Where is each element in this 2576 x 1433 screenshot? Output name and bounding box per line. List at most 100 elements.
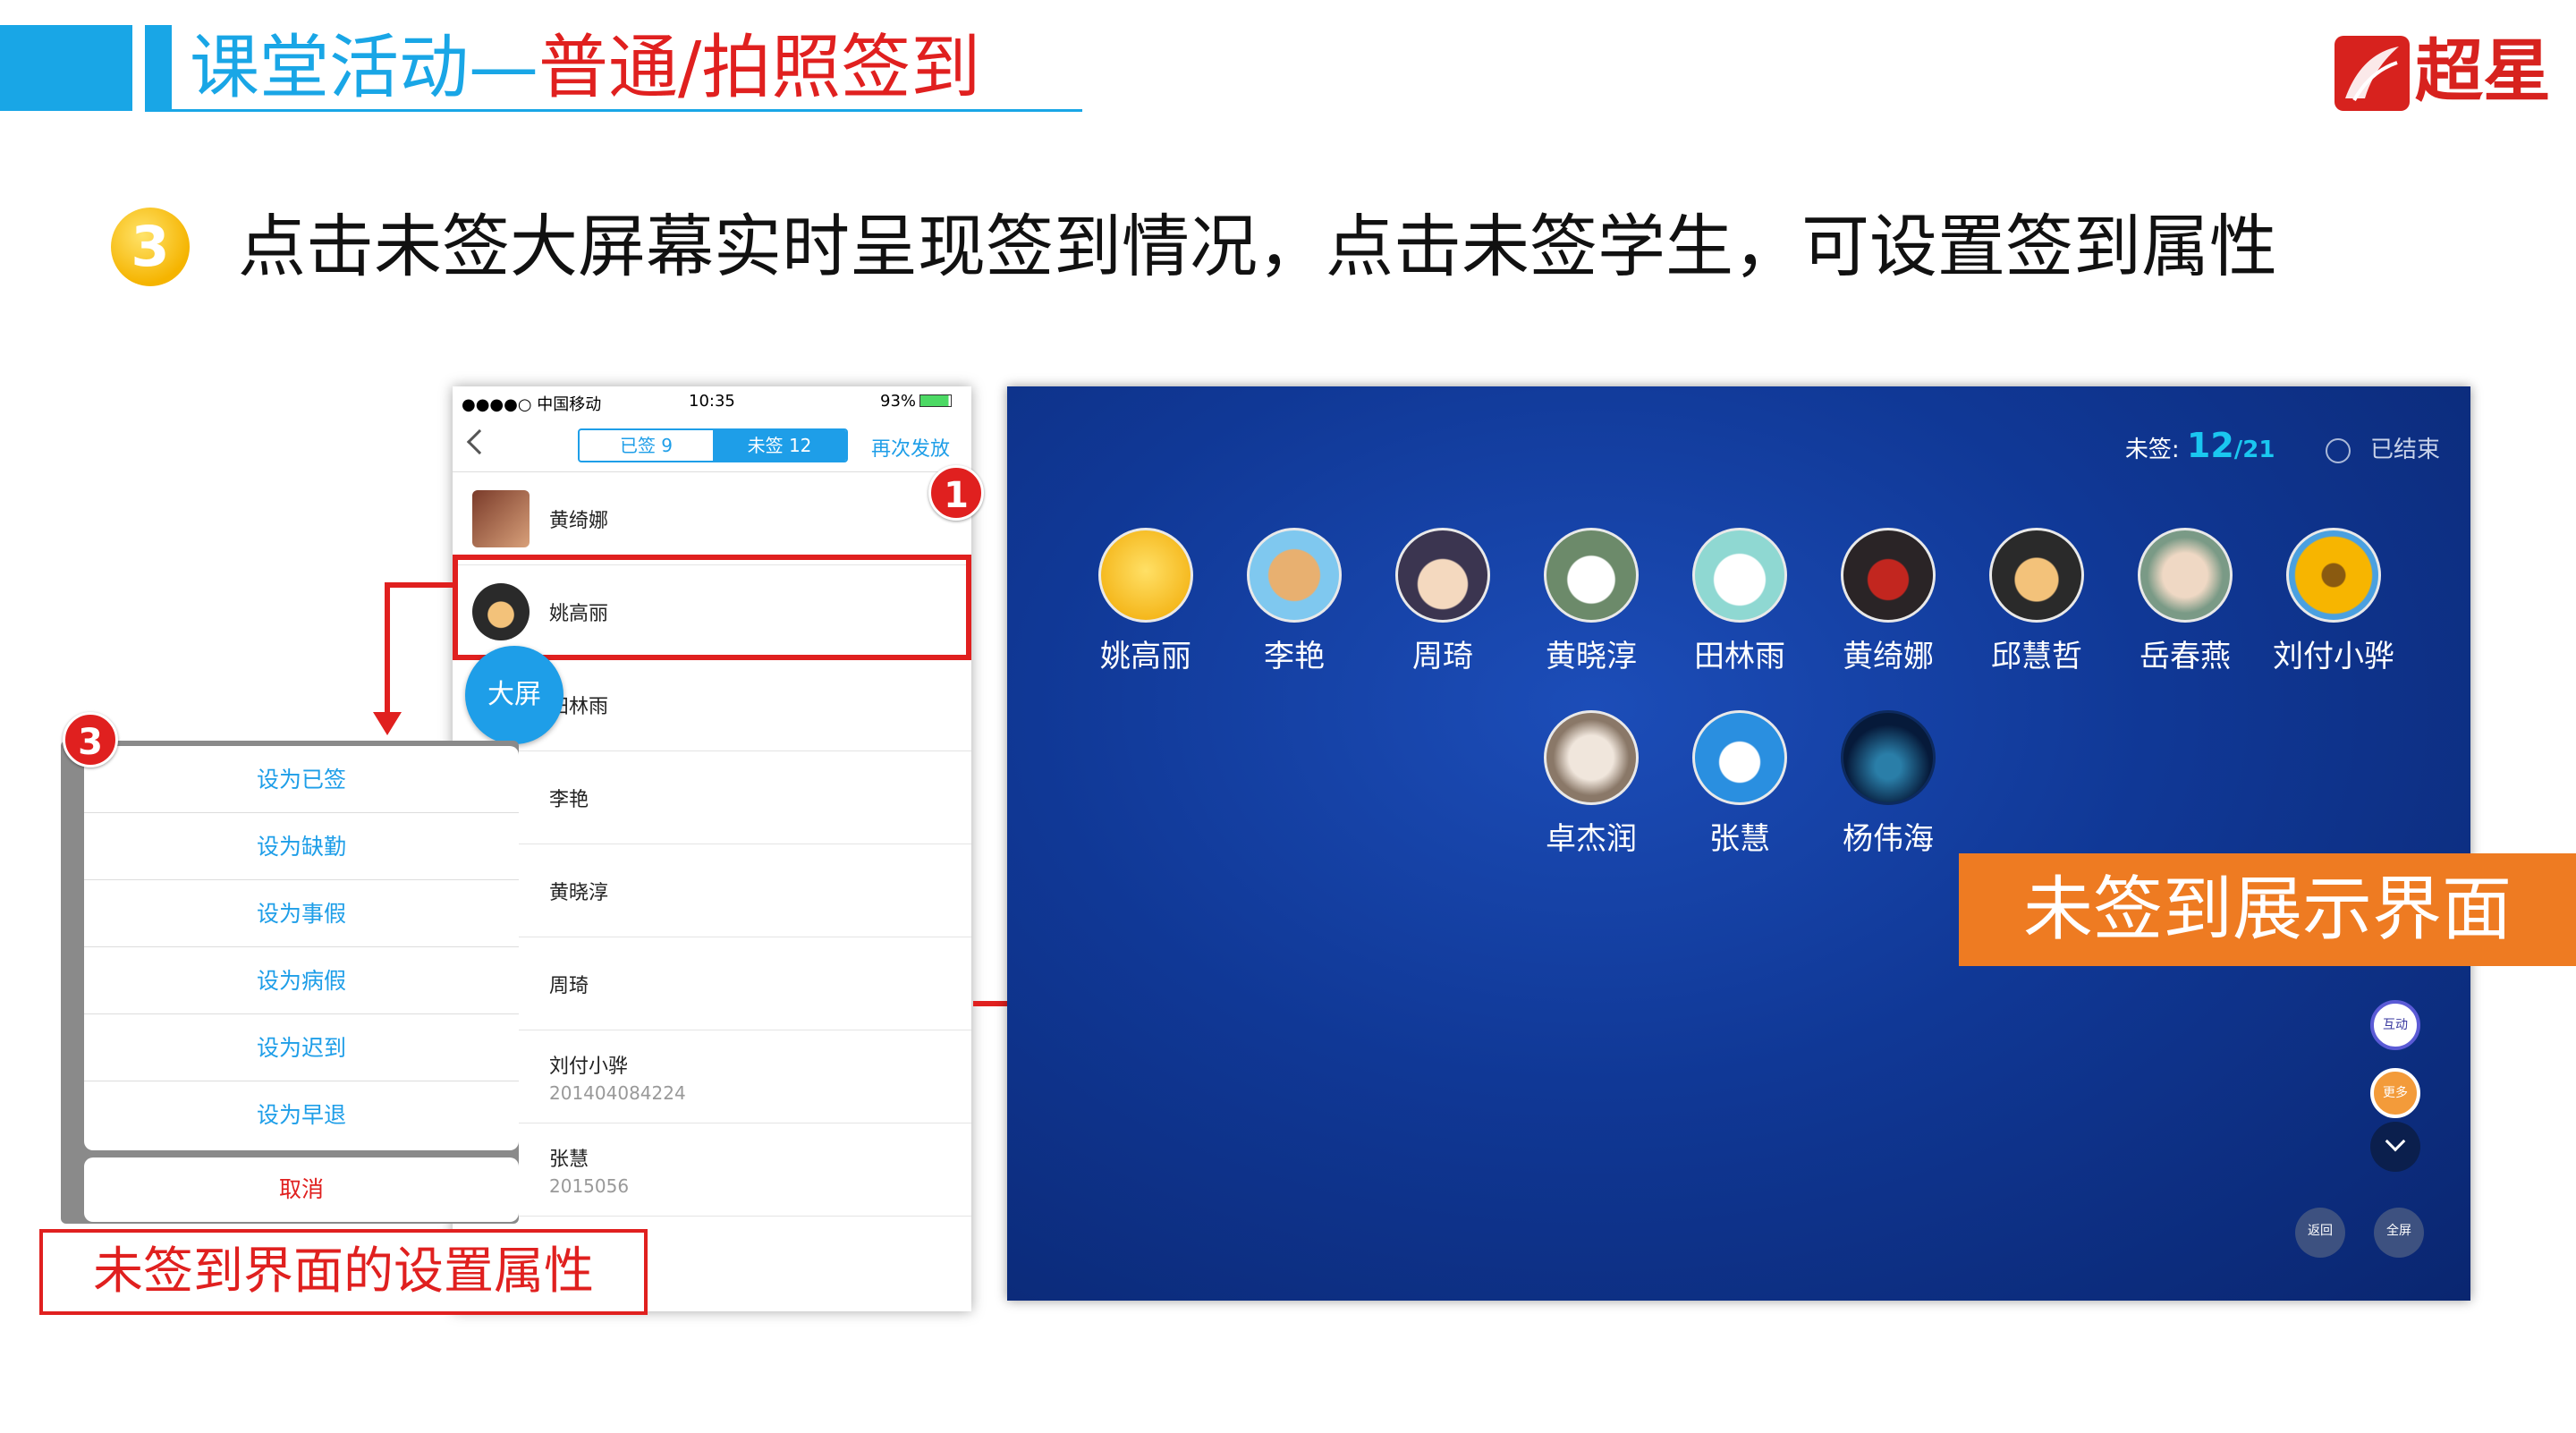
list-item[interactable]: 刘付小骅 201404084224 [453,1030,971,1124]
avatar [2138,528,2233,623]
list-item[interactable]: 黄晓淳 [453,844,971,937]
student-tile[interactable]: 杨伟海 [1826,710,1951,858]
title-part-2: 普通/拍照签到 [538,28,981,108]
step-badge-3: 3 [63,712,118,767]
collapse-chevron-icon[interactable] [2370,1122,2420,1172]
chaoxing-logo-icon [2334,36,2410,111]
big-screen-button[interactable]: 大屏 [465,646,564,744]
student-tile[interactable]: 黄绮娜 [1826,528,1951,675]
avatar [1544,528,1639,623]
avatar [1247,528,1342,623]
arrow-head-down-icon [373,712,402,735]
student-name: 周琦 [549,975,589,997]
student-tile[interactable]: 李艳 [1232,528,1357,675]
set-signed-option[interactable]: 设为已签 [84,746,519,813]
selected-row-highlight [453,555,971,660]
set-absent-option[interactable]: 设为缺勤 [84,813,519,880]
header-accent-bar [0,25,132,111]
status-bar: ●●●●○ 中国移动 10:35 93% [453,386,971,415]
student-tile[interactable]: 邱慧哲 [1974,528,2099,675]
student-tile[interactable]: 张慧 [1677,710,1802,858]
big-screen-display: 未签: 12/21 已结束 姚高丽 李艳 周琦 黄晓淳 田林雨 黄绮娜 邱慧哲 … [1007,386,2470,1301]
status-time: 10:35 [689,392,735,411]
set-personal-leave-option[interactable]: 设为事假 [84,880,519,947]
avatar [1841,710,1936,805]
avatar [1692,528,1787,623]
avatar [2286,528,2381,623]
page-title: 课堂活动—普通/拍照签到 [190,25,980,111]
cancel-button[interactable]: 取消 [84,1157,519,1222]
avatar [1989,528,2084,623]
avatar [1395,528,1490,623]
back-chevron-icon[interactable] [466,428,493,455]
set-early-leave-option[interactable]: 设为早退 [84,1081,519,1149]
student-name: 李艳 [1264,639,1325,674]
fullscreen-button[interactable]: 全屏 [2374,1208,2424,1258]
avatar [472,490,530,547]
sign-status-tabs: 已签 9 未签 12 [578,428,848,462]
list-item[interactable]: 周琦 [453,937,971,1030]
student-tile[interactable]: 岳春燕 [2123,528,2248,675]
student-name: 黄晓淳 [1546,639,1637,674]
student-name: 黄绮娜 [549,510,609,532]
action-sheet: 设为已签 设为缺勤 设为事假 设为病假 设为迟到 设为早退 [84,746,519,1150]
avatar [1544,710,1639,805]
student-name: 田林雨 [1694,639,1785,674]
clock-icon [2325,437,2351,463]
avatar [1692,710,1787,805]
student-id: 2015056 [549,1175,630,1197]
list-item[interactable]: 李艳 [453,751,971,844]
list-item[interactable]: 黄绮娜 [453,472,971,565]
step-number-badge: 3 [111,208,190,286]
avatar [1098,528,1193,623]
tab-signed[interactable]: 已签 9 [580,430,713,461]
back-button[interactable]: 返回 [2295,1208,2345,1258]
student-name: 岳春燕 [2140,639,2231,674]
student-name: 姚高丽 [1100,639,1191,674]
student-name: 张慧 [549,1149,589,1171]
unsigned-count: 12 [2186,426,2234,465]
student-tile[interactable]: 黄晓淳 [1529,528,1654,675]
student-name: 刘付小骅 [2273,639,2394,674]
student-tile[interactable]: 刘付小骅 [2271,528,2396,675]
unsigned-counter: 未签: 12/21 已结束 [2125,426,2440,465]
phone-screen: ●●●●○ 中国移动 10:35 93% 已签 9 未签 12 再次发放 黄绮娜… [453,386,971,1311]
callout-arrow [385,582,456,588]
student-name: 张慧 [1709,821,1770,857]
list-item[interactable]: 张慧 2015056 [453,1124,971,1217]
student-name: 邱慧哲 [1991,639,2082,674]
title-part-1: 课堂活动— [190,28,539,108]
more-button[interactable]: 更多 [2370,1068,2420,1118]
student-name: 李艳 [549,789,589,811]
unsigned-label: 未签: [2124,437,2180,463]
student-name: 黄绮娜 [1843,639,1934,674]
battery-icon [919,394,952,407]
interact-button[interactable]: 互动 [2370,1000,2420,1050]
student-tile[interactable]: 田林雨 [1677,528,1802,675]
carrier-label: ●●●●○ 中国移动 [462,395,602,414]
set-sick-leave-option[interactable]: 设为病假 [84,947,519,1014]
student-name: 卓杰润 [1546,821,1637,857]
header-accent-bar-small [145,25,172,111]
student-name: 周琦 [1412,639,1473,674]
student-name: 黄晓淳 [549,882,609,904]
avatar [1841,528,1936,623]
settings-callout-label: 未签到界面的设置属性 [39,1229,648,1315]
resend-button[interactable]: 再次发放 [871,433,950,462]
callout-arrow [385,582,390,716]
subtitle-text: 点击未签大屏幕实时呈现签到情况，点击未签学生，可设置签到属性 [238,207,2277,286]
student-tile[interactable]: 姚高丽 [1083,528,1208,675]
student-id: 201404084224 [549,1082,686,1104]
set-late-option[interactable]: 设为迟到 [84,1014,519,1081]
phone-nav-bar: 已签 9 未签 12 再次发放 [453,415,971,472]
student-tile[interactable]: 周琦 [1380,528,1505,675]
total-count: /21 [2233,437,2275,463]
student-name: 刘付小骅 [549,1056,629,1078]
status-ended: 已结束 [2369,437,2440,463]
step-badge-1: 1 [928,465,984,521]
student-tile[interactable]: 卓杰润 [1529,710,1654,858]
unsigned-display-label: 未签到展示界面 [1959,853,2576,966]
logo-text: 超星 [2415,31,2551,111]
tab-unsigned[interactable]: 未签 12 [713,430,846,461]
battery-label: 93% [880,392,917,411]
